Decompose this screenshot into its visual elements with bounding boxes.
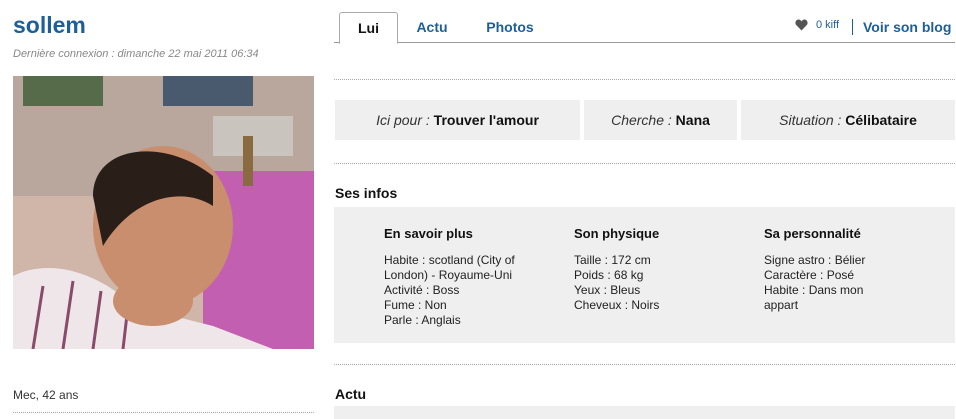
left-divider bbox=[13, 412, 314, 413]
info-line: Habite : Dans mon bbox=[764, 283, 864, 297]
kiff-count: 0 kiff bbox=[816, 19, 840, 31]
column-title: Son physique bbox=[574, 226, 660, 241]
divider bbox=[334, 163, 955, 164]
summary-key: Situation : bbox=[779, 112, 842, 128]
tab-lui[interactable]: Lui bbox=[339, 12, 398, 44]
divider bbox=[334, 79, 955, 80]
heart-icon bbox=[795, 19, 808, 31]
username: sollem bbox=[13, 12, 86, 38]
actu-heading: Actu bbox=[335, 386, 367, 402]
user-summary: Mec, 42 ans bbox=[13, 388, 79, 402]
summary-segment-1-bg: Ici pour : Trouver l'amour bbox=[335, 100, 580, 140]
column-title: Sa personnalité bbox=[764, 226, 861, 241]
info-line: Poids : 68 kg bbox=[574, 268, 644, 282]
profile-photo[interactable] bbox=[13, 76, 314, 349]
summary-segment-2: Cherche : Nana bbox=[584, 100, 737, 140]
profile-tabs: Lui Actu Photos bbox=[334, 12, 955, 44]
info-line: Parle : Anglais bbox=[384, 313, 461, 327]
info-line: appart bbox=[764, 298, 799, 312]
info-line: Cheveux : Noirs bbox=[574, 298, 660, 312]
summary-key: Cherche : bbox=[611, 112, 672, 128]
info-line: Signe astro : Bélier bbox=[764, 253, 866, 267]
divider bbox=[334, 364, 955, 365]
info-line: Activité : Boss bbox=[384, 283, 460, 297]
summary-value: Trouver l'amour bbox=[433, 112, 539, 128]
info-column-personality: Sa personnalité Signe astro : Bélier Car… bbox=[764, 226, 914, 313]
last-login: Dernière connexion : dimanche 22 mai 201… bbox=[13, 48, 259, 60]
info-line: Habite : scotland (City of bbox=[384, 253, 515, 267]
tab-actu[interactable]: Actu bbox=[406, 12, 458, 42]
summary-key: Ici pour : bbox=[376, 112, 430, 128]
summary-segment-3: Situation : Célibataire bbox=[741, 100, 955, 140]
info-line: London) - Royaume-Uni bbox=[384, 268, 513, 282]
profile-photo-image bbox=[13, 76, 314, 349]
summary-value: Nana bbox=[675, 112, 710, 128]
actu-panel bbox=[334, 406, 955, 419]
view-blog-link[interactable]: Voir son blog bbox=[863, 19, 951, 35]
summary-value: Célibataire bbox=[845, 112, 917, 128]
kiff-button[interactable]: 0 kiff bbox=[795, 19, 839, 31]
info-line: Caractère : Posé bbox=[764, 268, 855, 282]
header-separator bbox=[852, 19, 853, 35]
info-column-more: En savoir plus Habite : scotland (City o… bbox=[384, 226, 554, 328]
info-line: Taille : 172 cm bbox=[574, 253, 651, 267]
column-title: En savoir plus bbox=[384, 226, 473, 241]
info-column-physique: Son physique Taille : 172 cm Poids : 68 … bbox=[574, 226, 744, 313]
info-line: Yeux : Bleus bbox=[574, 283, 641, 297]
tab-photos[interactable]: Photos bbox=[474, 12, 546, 42]
info-line: Fume : Non bbox=[384, 298, 447, 312]
infos-heading: Ses infos bbox=[335, 185, 398, 201]
infos-panel: En savoir plus Habite : scotland (City o… bbox=[334, 207, 955, 343]
